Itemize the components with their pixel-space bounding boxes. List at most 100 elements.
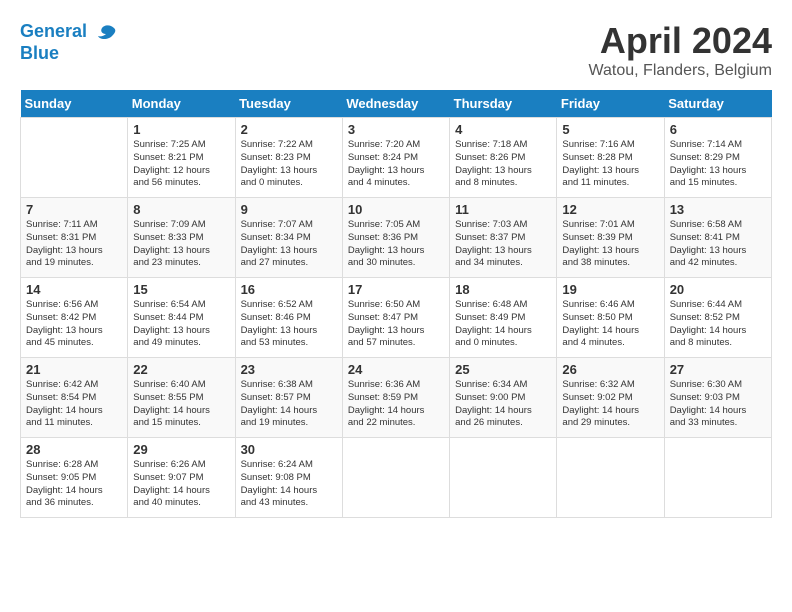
calendar-week-row: 7 Sunrise: 7:11 AM Sunset: 8:31 PM Daylig…: [21, 198, 772, 278]
calendar-cell: 14 Sunrise: 6:56 AM Sunset: 8:42 PM Dayli…: [21, 278, 128, 358]
title-section: April 2024 Watou, Flanders, Belgium: [589, 20, 772, 80]
calendar-cell: 12Sunrise: 7:01 AM Sunset: 8:39 PM Dayli…: [557, 198, 664, 278]
weekday-header-thursday: Thursday: [450, 90, 557, 118]
day-number: 2: [241, 122, 337, 137]
calendar-cell: 21 Sunrise: 6:42 AM Sunset: 8:54 PM Dayli…: [21, 358, 128, 438]
cell-info: Sunrise: 7:14 AM Sunset: 8:29 PM Dayligh…: [670, 139, 766, 190]
calendar-cell: [21, 118, 128, 198]
calendar-cell: [664, 438, 771, 518]
cell-info: Sunrise: 7:20 AM Sunset: 8:24 PM Dayligh…: [348, 139, 444, 190]
calendar-cell: [557, 438, 664, 518]
day-number: 7: [26, 202, 122, 217]
logo-blue: Blue: [20, 43, 59, 63]
cell-info: Sunrise: 6:32 AM Sunset: 9:02 PM Dayligh…: [562, 379, 658, 430]
day-number: 14: [26, 282, 122, 297]
day-number: 3: [348, 122, 444, 137]
day-number: 27: [670, 362, 766, 377]
cell-info: Sunrise: 6:56 AM Sunset: 8:42 PM Dayligh…: [26, 299, 122, 350]
weekday-header-wednesday: Wednesday: [342, 90, 449, 118]
calendar-cell: 24 Sunrise: 6:36 AM Sunset: 8:59 PM Dayli…: [342, 358, 449, 438]
calendar-cell: 16 Sunrise: 6:52 AM Sunset: 8:46 PM Dayli…: [235, 278, 342, 358]
day-number: 21: [26, 362, 122, 377]
calendar-cell: 28 Sunrise: 6:28 AM Sunset: 9:05 PM Dayli…: [21, 438, 128, 518]
cell-info: Sunrise: 6:28 AM Sunset: 9:05 PM Dayligh…: [26, 459, 122, 510]
calendar-cell: 10 Sunrise: 7:05 AM Sunset: 8:36 PM Dayli…: [342, 198, 449, 278]
cell-info: Sunrise: 6:50 AM Sunset: 8:47 PM Dayligh…: [348, 299, 444, 350]
weekday-header-monday: Monday: [128, 90, 235, 118]
calendar-week-row: 21 Sunrise: 6:42 AM Sunset: 8:54 PM Dayli…: [21, 358, 772, 438]
cell-info: Sunrise: 6:26 AM Sunset: 9:07 PM Dayligh…: [133, 459, 229, 510]
day-number: 9: [241, 202, 337, 217]
cell-info: Sunrise: 7:22 AM Sunset: 8:23 PM Dayligh…: [241, 139, 337, 190]
cell-info: Sunrise: 6:52 AM Sunset: 8:46 PM Dayligh…: [241, 299, 337, 350]
calendar-cell: 30 Sunrise: 6:24 AM Sunset: 9:08 PM Dayli…: [235, 438, 342, 518]
weekday-header-sunday: Sunday: [21, 90, 128, 118]
calendar-cell: [450, 438, 557, 518]
day-number: 28: [26, 442, 122, 457]
logo-general: General: [20, 21, 87, 41]
calendar-cell: 15 Sunrise: 6:54 AM Sunset: 8:44 PM Dayli…: [128, 278, 235, 358]
day-number: 1: [133, 122, 229, 137]
calendar-cell: 7 Sunrise: 7:11 AM Sunset: 8:31 PM Daylig…: [21, 198, 128, 278]
day-number: 8: [133, 202, 229, 217]
weekday-header-row: SundayMondayTuesdayWednesdayThursdayFrid…: [21, 90, 772, 118]
cell-info: Sunrise: 7:18 AM Sunset: 8:26 PM Dayligh…: [455, 139, 551, 190]
cell-info: Sunrise: 7:05 AM Sunset: 8:36 PM Dayligh…: [348, 219, 444, 270]
month-title: April 2024: [589, 20, 772, 62]
cell-info: Sunrise: 6:58 AM Sunset: 8:41 PM Dayligh…: [670, 219, 766, 270]
calendar-cell: 3 Sunrise: 7:20 AM Sunset: 8:24 PM Daylig…: [342, 118, 449, 198]
cell-info: Sunrise: 6:36 AM Sunset: 8:59 PM Dayligh…: [348, 379, 444, 430]
calendar-week-row: 28 Sunrise: 6:28 AM Sunset: 9:05 PM Dayli…: [21, 438, 772, 518]
calendar-cell: 9 Sunrise: 7:07 AM Sunset: 8:34 PM Daylig…: [235, 198, 342, 278]
day-number: 24: [348, 362, 444, 377]
calendar-cell: 11Sunrise: 7:03 AM Sunset: 8:37 PM Dayli…: [450, 198, 557, 278]
day-number: 13: [670, 202, 766, 217]
cell-info: Sunrise: 6:40 AM Sunset: 8:55 PM Dayligh…: [133, 379, 229, 430]
calendar-cell: 23Sunrise: 6:38 AM Sunset: 8:57 PM Dayli…: [235, 358, 342, 438]
calendar-cell: 20 Sunrise: 6:44 AM Sunset: 8:52 PM Dayli…: [664, 278, 771, 358]
weekday-header-tuesday: Tuesday: [235, 90, 342, 118]
logo-bird-icon: [94, 20, 118, 44]
cell-info: Sunrise: 6:34 AM Sunset: 9:00 PM Dayligh…: [455, 379, 551, 430]
calendar-cell: [342, 438, 449, 518]
weekday-header-friday: Friday: [557, 90, 664, 118]
cell-info: Sunrise: 7:25 AM Sunset: 8:21 PM Dayligh…: [133, 139, 229, 190]
calendar-cell: 29 Sunrise: 6:26 AM Sunset: 9:07 PM Dayli…: [128, 438, 235, 518]
cell-info: Sunrise: 6:44 AM Sunset: 8:52 PM Dayligh…: [670, 299, 766, 350]
cell-info: Sunrise: 7:07 AM Sunset: 8:34 PM Dayligh…: [241, 219, 337, 270]
day-number: 12: [562, 202, 658, 217]
day-number: 15: [133, 282, 229, 297]
cell-info: Sunrise: 6:42 AM Sunset: 8:54 PM Dayligh…: [26, 379, 122, 430]
calendar-week-row: 1 Sunrise: 7:25 AM Sunset: 8:21 PM Daylig…: [21, 118, 772, 198]
day-number: 30: [241, 442, 337, 457]
calendar-cell: 6 Sunrise: 7:14 AM Sunset: 8:29 PM Daylig…: [664, 118, 771, 198]
calendar-cell: 1 Sunrise: 7:25 AM Sunset: 8:21 PM Daylig…: [128, 118, 235, 198]
cell-info: Sunrise: 7:09 AM Sunset: 8:33 PM Dayligh…: [133, 219, 229, 270]
cell-info: Sunrise: 6:30 AM Sunset: 9:03 PM Dayligh…: [670, 379, 766, 430]
day-number: 10: [348, 202, 444, 217]
cell-info: Sunrise: 6:46 AM Sunset: 8:50 PM Dayligh…: [562, 299, 658, 350]
calendar-cell: 2 Sunrise: 7:22 AM Sunset: 8:23 PM Daylig…: [235, 118, 342, 198]
weekday-header-saturday: Saturday: [664, 90, 771, 118]
calendar-week-row: 14 Sunrise: 6:56 AM Sunset: 8:42 PM Dayli…: [21, 278, 772, 358]
cell-info: Sunrise: 6:24 AM Sunset: 9:08 PM Dayligh…: [241, 459, 337, 510]
day-number: 29: [133, 442, 229, 457]
day-number: 23: [241, 362, 337, 377]
calendar-cell: 4Sunrise: 7:18 AM Sunset: 8:26 PM Daylig…: [450, 118, 557, 198]
cell-info: Sunrise: 7:11 AM Sunset: 8:31 PM Dayligh…: [26, 219, 122, 270]
calendar-cell: 13 Sunrise: 6:58 AM Sunset: 8:41 PM Dayli…: [664, 198, 771, 278]
day-number: 19: [562, 282, 658, 297]
day-number: 6: [670, 122, 766, 137]
cell-info: Sunrise: 6:54 AM Sunset: 8:44 PM Dayligh…: [133, 299, 229, 350]
calendar-table: SundayMondayTuesdayWednesdayThursdayFrid…: [20, 90, 772, 518]
day-number: 26: [562, 362, 658, 377]
cell-info: Sunrise: 7:16 AM Sunset: 8:28 PM Dayligh…: [562, 139, 658, 190]
cell-info: Sunrise: 7:03 AM Sunset: 8:37 PM Dayligh…: [455, 219, 551, 270]
calendar-cell: 8 Sunrise: 7:09 AM Sunset: 8:33 PM Daylig…: [128, 198, 235, 278]
day-number: 25: [455, 362, 551, 377]
day-number: 16: [241, 282, 337, 297]
calendar-cell: 17Sunrise: 6:50 AM Sunset: 8:47 PM Dayli…: [342, 278, 449, 358]
location-title: Watou, Flanders, Belgium: [589, 62, 772, 80]
day-number: 20: [670, 282, 766, 297]
day-number: 5: [562, 122, 658, 137]
